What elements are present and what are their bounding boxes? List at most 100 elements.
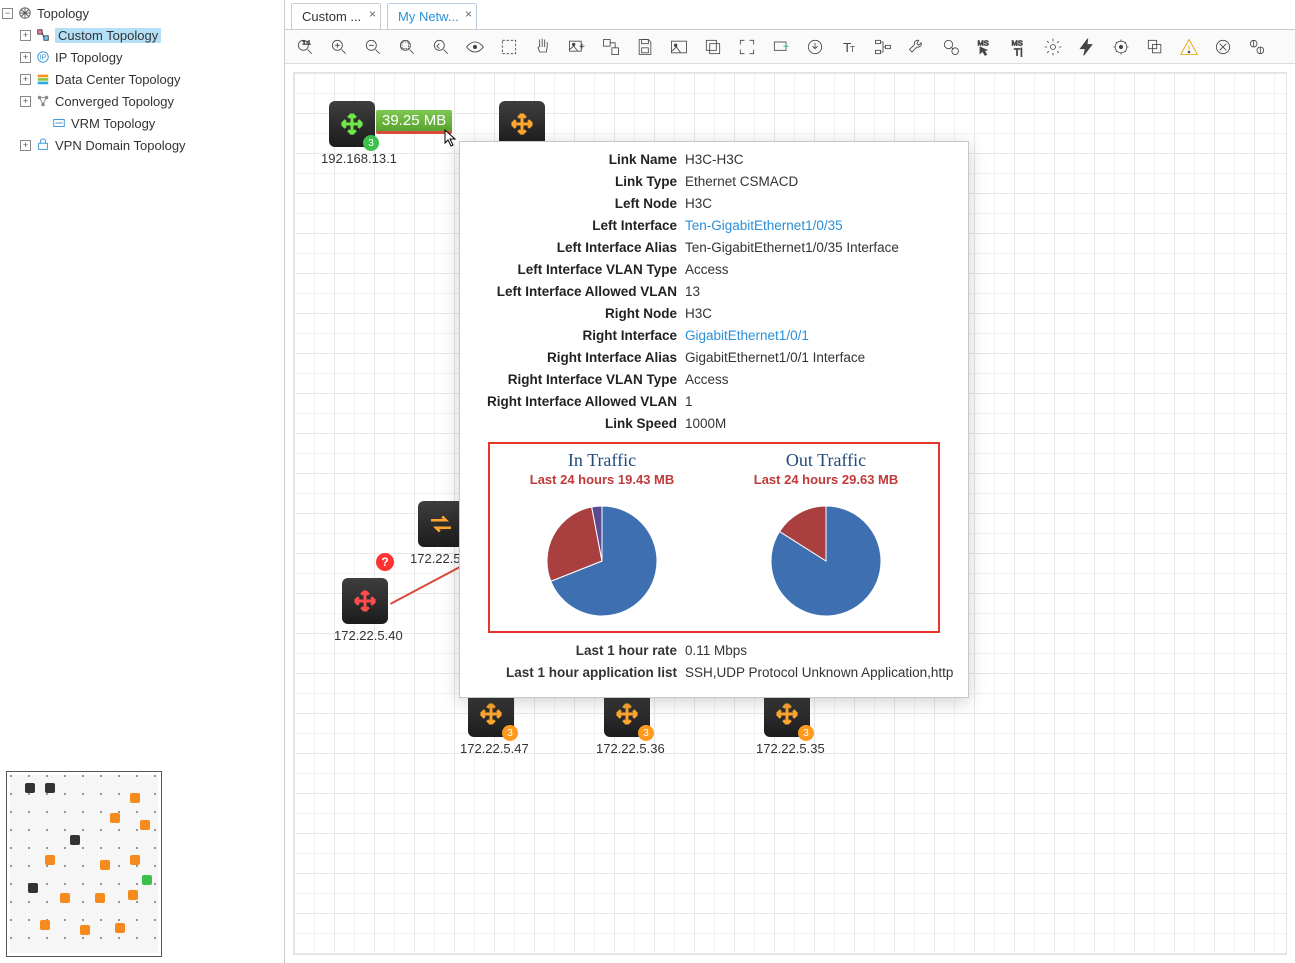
fullscreen-button[interactable] — [735, 35, 759, 59]
schematic-button[interactable] — [871, 35, 895, 59]
close-icon[interactable]: × — [465, 7, 472, 21]
save-button[interactable] — [633, 35, 657, 59]
tree-item-label: Data Center Topology — [55, 72, 181, 87]
topology-node[interactable]: 3 — [329, 101, 375, 147]
zoom-area-button[interactable] — [395, 35, 419, 59]
detail-key: Last 1 hour rate — [460, 643, 685, 658]
tree-item-converged-topology[interactable]: +Converged Topology — [18, 90, 284, 112]
topology-canvas[interactable]: 39.25 MB ? Link NameH3C-H3CLink TypeEthe… — [293, 72, 1287, 955]
zoom-in-button[interactable] — [327, 35, 351, 59]
topology-node[interactable] — [418, 501, 464, 547]
topology-node[interactable] — [342, 578, 388, 624]
detail-key: Link Name — [460, 152, 685, 167]
status-badge: 3 — [638, 725, 654, 741]
tab-my-network[interactable]: My Netw... × — [387, 3, 477, 29]
link-traffic-label[interactable]: 39.25 MB — [376, 110, 452, 134]
svg-text:IP: IP — [40, 55, 47, 62]
zoom-reset-button[interactable] — [429, 35, 453, 59]
copy-button[interactable] — [701, 35, 725, 59]
topology-root-icon — [17, 5, 33, 21]
ip-topology-icon: IP — [35, 49, 51, 65]
detail-row: Right Interface AliasGigabitEthernet1/0/… — [460, 346, 968, 368]
detail-value: H3C-H3C — [685, 152, 968, 167]
close-icon[interactable]: × — [369, 7, 376, 21]
zoom-out-button[interactable] — [361, 35, 385, 59]
expand-icon[interactable]: + — [20, 96, 31, 107]
detail-value: SSH,UDP Protocol Unknown Application,htt… — [685, 665, 953, 680]
expand-icon[interactable]: + — [20, 52, 31, 63]
advanced-button[interactable] — [1211, 35, 1235, 59]
detail-row: Right Interface VLAN TypeAccess — [460, 368, 968, 390]
pie-chart-in — [542, 501, 662, 621]
detail-value: GigabitEthernet1/0/1 Interface — [685, 350, 968, 365]
node-ip-label: 172.22.5.35 — [756, 741, 825, 756]
tab-custom[interactable]: Custom ... × — [291, 3, 381, 29]
detail-row: Link NameH3C-H3C — [460, 148, 968, 170]
add-node-button[interactable] — [769, 35, 793, 59]
tree-item-ip-topology[interactable]: + IP IP Topology — [18, 46, 284, 68]
detail-row: Left Interface AliasTen-GigabitEthernet1… — [460, 236, 968, 258]
select-button[interactable] — [497, 35, 521, 59]
chart-title: Out Traffic — [714, 450, 938, 471]
expand-icon[interactable]: + — [20, 30, 31, 41]
add-image-button[interactable] — [565, 35, 589, 59]
detail-row: Right NodeH3C — [460, 302, 968, 324]
sidebar: − Topology +Custom Topology+IPIP Topolog… — [0, 0, 285, 963]
tree-item-label: IP Topology — [55, 50, 122, 65]
tree-root-topology[interactable]: − Topology — [0, 2, 284, 24]
ms-select-button[interactable]: MS — [973, 35, 997, 59]
link-traffic-value: 39.25 MB — [382, 112, 446, 129]
chart-subtitle: Last 24 hours 29.63 MB — [714, 472, 938, 487]
tree-item-data-center-topology[interactable]: + Data Center Topology — [18, 68, 284, 90]
detail-row: Last 1 hour rate0.11 Mbps — [460, 643, 968, 665]
detail-value: 1 — [685, 394, 968, 409]
vpn-topology-icon — [35, 137, 51, 153]
detail-value: 13 — [685, 284, 968, 299]
tree-item-label: VRM Topology — [71, 116, 155, 131]
detail-row: Left InterfaceTen-GigabitEthernet1/0/35 — [460, 214, 968, 236]
node-ip-label: 172.22.5.40 — [334, 628, 403, 643]
pan-button[interactable] — [531, 35, 555, 59]
topology-link[interactable] — [390, 565, 462, 604]
tab-label: Custom ... — [302, 9, 361, 24]
converged-topology-icon — [35, 93, 51, 109]
expand-icon[interactable]: + — [20, 74, 31, 85]
settings-button[interactable] — [1041, 35, 1065, 59]
bolt-button[interactable] — [1075, 35, 1099, 59]
detail-row: Link Speed1000M — [460, 412, 968, 434]
tools-button[interactable] — [905, 35, 929, 59]
node-ip-label: 192.168.13.1 — [321, 151, 397, 166]
zoom-fit-button[interactable]: 1:1 — [293, 35, 317, 59]
gear2-button[interactable] — [1109, 35, 1133, 59]
svg-text:MS: MS — [1012, 38, 1023, 47]
show-button[interactable] — [463, 35, 487, 59]
interface-link[interactable]: GigabitEthernet1/0/1 — [685, 328, 968, 343]
tree-item-custom-topology[interactable]: +Custom Topology — [18, 24, 284, 46]
detail-value: Ethernet CSMACD — [685, 174, 968, 189]
detail-key: Left Interface VLAN Type — [460, 262, 685, 277]
detail-row: Left NodeH3C — [460, 192, 968, 214]
chart-subtitle: Last 24 hours 19.43 MB — [490, 472, 714, 487]
interface-link[interactable]: Ten-GigabitEthernet1/0/35 — [685, 218, 968, 233]
svg-text:T|: T| — [1014, 47, 1023, 57]
layers-button[interactable] — [1143, 35, 1167, 59]
find-button[interactable] — [939, 35, 963, 59]
ms-text-button[interactable]: MST| — [1007, 35, 1031, 59]
warn-button[interactable] — [1177, 35, 1201, 59]
detail-key: Last 1 hour application list — [460, 665, 685, 680]
tree-root-label: Topology — [37, 6, 89, 21]
group-button[interactable] — [599, 35, 623, 59]
text-button[interactable]: TT — [837, 35, 861, 59]
detail-value: Access — [685, 262, 968, 277]
tree-item-vpn-domain-topology[interactable]: + VPN Domain Topology — [18, 134, 284, 156]
alert-icon[interactable]: ? — [376, 553, 394, 571]
import-button[interactable] — [803, 35, 827, 59]
expand-icon[interactable]: + — [20, 140, 31, 151]
collapse-icon[interactable]: − — [2, 8, 13, 19]
tree-item-vrm-topology[interactable]: VRM Topology — [18, 112, 284, 134]
main-area: Custom ... × My Netw... × 1:1TTMSMST| 39… — [285, 0, 1295, 963]
image-export-button[interactable] — [667, 35, 691, 59]
minimap[interactable] — [6, 771, 162, 957]
tree-item-label: VPN Domain Topology — [55, 138, 186, 153]
options-button[interactable] — [1245, 35, 1269, 59]
